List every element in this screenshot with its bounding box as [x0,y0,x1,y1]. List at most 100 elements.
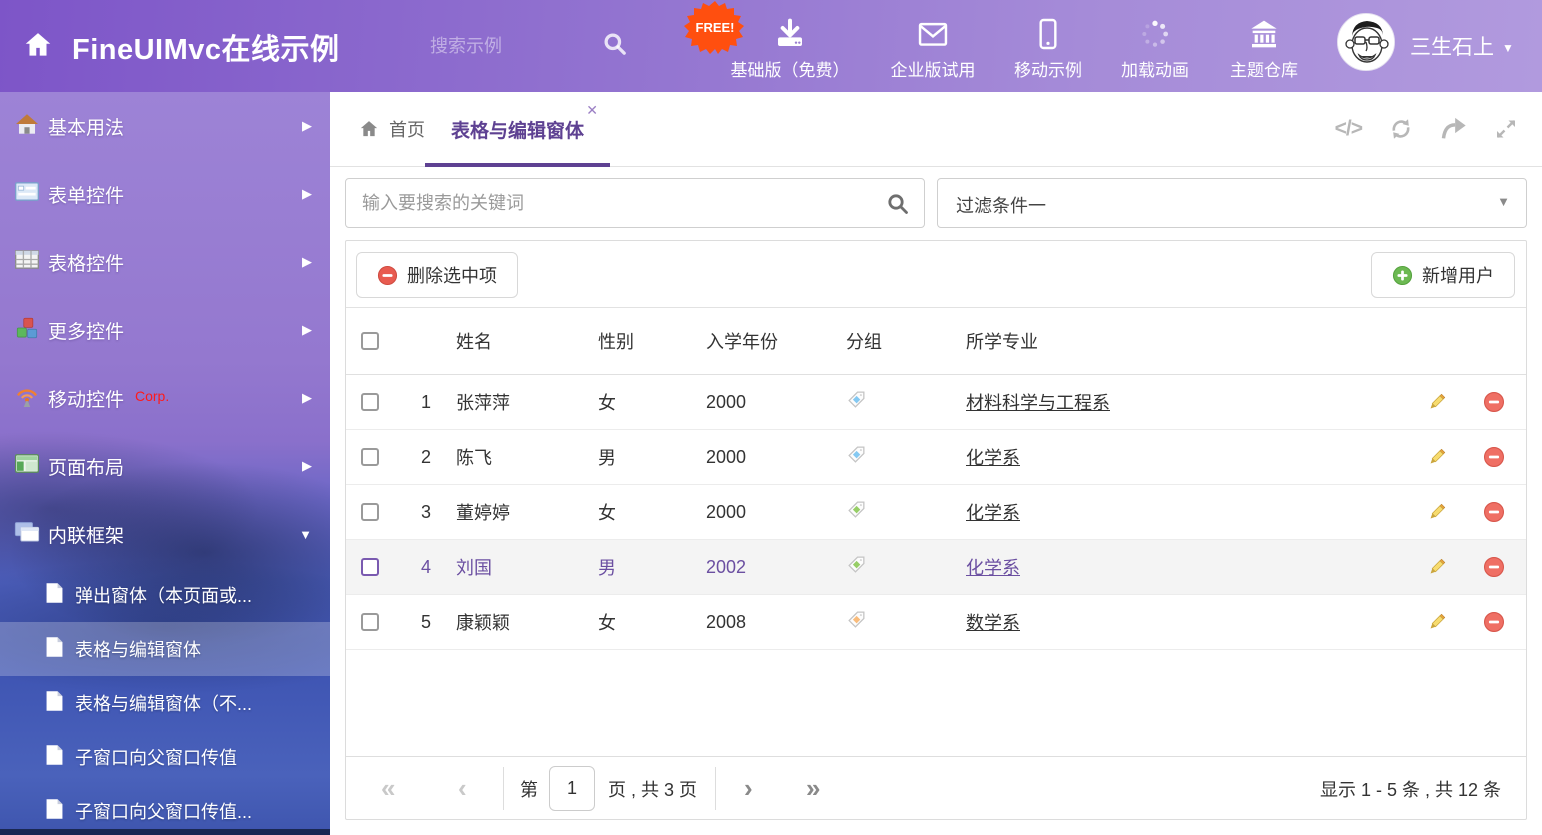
tag-icon [831,499,951,525]
sidebar-item-label: 更多控件 [48,317,124,344]
table-header: 姓名 性别 入学年份 分组 所学专业 [346,308,1526,375]
cell-name: 董婷婷 [441,499,583,525]
last-page-button[interactable]: » [806,771,820,805]
share-icon[interactable] [1440,116,1468,142]
cell-gender: 男 [583,554,691,580]
chevron-down-icon: ▼ [1497,194,1510,209]
tab-home[interactable]: 首页 [358,92,425,166]
sidebar-item-basic-usage[interactable]: 基本用法 ▶ [0,92,330,160]
sidebar-item-mobile-controls[interactable]: 移动控件 Corp. ▶ [0,364,330,432]
major-link[interactable]: 材料科学与工程系 [966,393,1110,413]
sidebar-item-more-controls[interactable]: 更多控件 ▶ [0,296,330,364]
sidebar-item-form-controls[interactable]: 表单控件 ▶ [0,160,330,228]
major-link[interactable]: 化学系 [966,448,1020,468]
page-suffix: 页 , 共 3 页 [608,776,697,802]
cell-name: 刘国 [441,554,583,580]
avatar[interactable] [1337,13,1395,71]
edit-pencil-icon[interactable] [1410,557,1462,578]
edit-pencil-icon[interactable] [1410,392,1462,413]
tab-label: 表格与编辑窗体 [451,116,584,143]
cell-year: 2000 [691,392,831,413]
cell-year: 2000 [691,502,831,523]
edit-pencil-icon[interactable] [1410,612,1462,633]
expand-icon[interactable] [1494,117,1518,141]
row-checkbox[interactable] [361,448,379,466]
sidebar-subitem-label: 子窗口向父窗口传值 [75,744,237,770]
username: 三生石上 [1410,36,1494,59]
nav-label: 加载动画 [1121,56,1189,81]
user-menu[interactable]: 三生石上 ▼ [1410,31,1514,61]
sidebar-subitem-grid-edit-window[interactable]: 表格与编辑窗体 [0,622,330,676]
keyword-search-input[interactable] [362,179,872,227]
major-link[interactable]: 化学系 [966,558,1020,578]
phone-icon [1037,14,1059,50]
cell-gender: 女 [583,609,691,635]
header-search-icon[interactable] [602,31,628,62]
chevron-right-icon: ▶ [302,458,312,474]
row-checkbox[interactable] [361,503,379,521]
sidebar-item-table-controls[interactable]: 表格控件 ▶ [0,228,330,296]
delete-row-icon[interactable] [1462,391,1526,413]
close-icon[interactable]: ✕ [586,102,598,119]
tab-label: 首页 [389,116,425,142]
major-link[interactable]: 数学系 [966,613,1020,633]
delete-row-icon[interactable] [1462,611,1526,633]
delete-selected-button[interactable]: 删除选中项 [356,252,518,298]
header-search-input[interactable] [430,30,595,62]
delete-row-icon[interactable] [1462,446,1526,468]
source-code-icon[interactable]: </> [1335,117,1362,141]
sidebar-subitem-child-to-parent[interactable]: 子窗口向父窗口传值 [0,730,330,784]
app-header: FineUIMvc在线示例 FREE! 基础版（免费） 企业版试用 移动示例 [0,0,1542,92]
row-checkbox[interactable] [361,613,379,631]
sidebar-item-label: 页面布局 [48,453,124,480]
search-icon[interactable] [886,192,910,221]
tag-icon [831,389,951,415]
home-icon[interactable] [22,30,54,65]
table-row-selected: 4 刘国 男 2002 化学系 [346,540,1526,595]
table-row: 3 董婷婷 女 2000 化学系 [346,485,1526,540]
sidebar-item-page-layout[interactable]: 页面布局 ▶ [0,432,330,500]
main-content: 首页 表格与编辑窗体 ✕ </> [330,92,1542,835]
sidebar-subitem-grid-edit-window-2[interactable]: 表格与编辑窗体（不... [0,676,330,730]
prev-page-button[interactable]: ‹ [458,771,467,805]
nav-label: 移动示例 [1014,56,1082,81]
divider [503,767,504,810]
minus-circle-icon [377,265,398,286]
home-color-icon [14,113,40,140]
row-number: 2 [396,447,441,468]
row-checkbox[interactable] [361,558,379,576]
select-all-checkbox[interactable] [361,332,379,350]
next-page-button[interactable]: › [744,771,753,805]
sidebar-subitem-child-to-parent-2[interactable]: 子窗口向父窗口传值... [0,784,330,835]
tab-grid-edit-window[interactable]: 表格与编辑窗体 ✕ [425,92,610,166]
chevron-down-icon: ▼ [1502,41,1514,55]
sidebar-subitem-popup-window[interactable]: 弹出窗体（本页面或... [0,568,330,622]
page-number-input[interactable] [549,766,595,811]
filter-dropdown[interactable]: 过滤条件一 ▼ [937,178,1527,228]
table-row: 5 康颖颖 女 2008 数学系 [346,595,1526,650]
button-label: 删除选中项 [407,262,497,288]
nav-label: 企业版试用 [891,56,976,81]
nav-basic-free[interactable]: 基础版（免费） [715,14,865,81]
cell-gender: 男 [583,444,691,470]
nav-theme-repo[interactable]: 主题仓库 [1189,14,1339,81]
file-icon [45,582,64,609]
sidebar: 基本用法 ▶ 表单控件 ▶ 表格控件 ▶ 更多控件 ▶ [0,92,330,835]
row-number: 4 [396,557,441,578]
sidebar-item-inline-frames[interactable]: 内联框架 ▼ [0,500,330,568]
major-link[interactable]: 化学系 [966,503,1020,523]
download-icon [773,14,807,50]
edit-pencil-icon[interactable] [1410,447,1462,468]
refresh-icon[interactable] [1388,116,1414,142]
edit-pencil-icon[interactable] [1410,502,1462,523]
column-header-group: 分组 [831,328,951,354]
first-page-button[interactable]: « [381,771,395,805]
add-user-button[interactable]: 新增用户 [1371,252,1515,298]
cell-name: 张萍萍 [441,389,583,415]
form-icon [14,182,40,206]
delete-row-icon[interactable] [1462,556,1526,578]
delete-row-icon[interactable] [1462,501,1526,523]
page-prefix: 第 [520,776,538,802]
file-icon [45,744,64,771]
row-checkbox[interactable] [361,393,379,411]
